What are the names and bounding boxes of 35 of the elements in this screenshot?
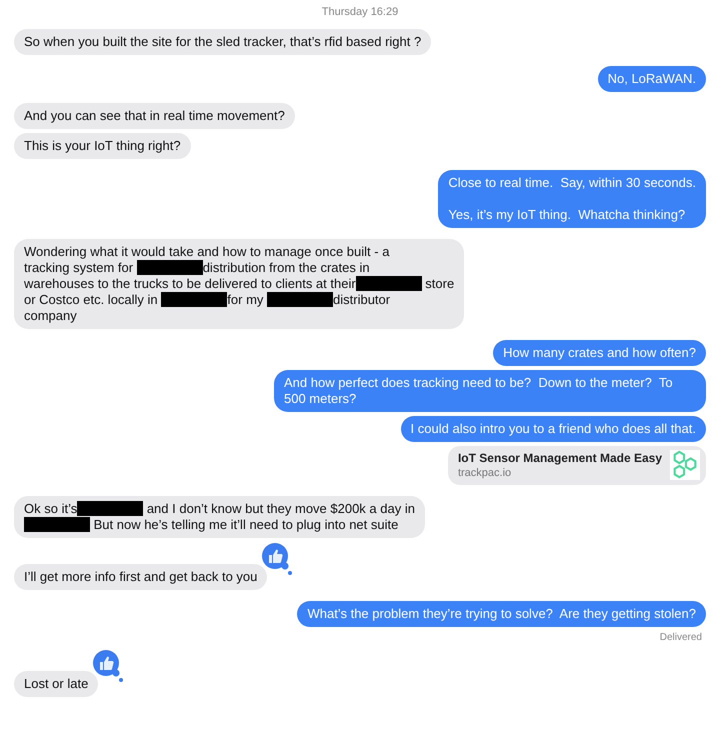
message-bubble: Lost or late: [14, 670, 98, 696]
message-text: Wondering what it would take and how to manage once built - a: [24, 244, 390, 260]
hexagon-logo-icon: [670, 450, 700, 480]
link-preview[interactable]: IoT Sensor Management Made Easy trackpac.io: [448, 446, 706, 484]
message-bubble: So when you built the site for the sled tracker, that’s rfid based right ?: [14, 28, 432, 54]
message-text: distributor: [333, 292, 390, 308]
redaction-bar: [267, 292, 334, 307]
message-text: But now he’s telling me it’ll need to plug into net suite: [92, 516, 398, 532]
message-bubble: How many crates and how often?: [493, 340, 706, 366]
message-bubble: And you can see that in real time movement?: [14, 102, 295, 128]
link-domain: trackpac.io: [458, 466, 512, 480]
message-bubble: Close to real time. Say, within 30 seconds. Yes, it’s my IoT thing. Whatcha thinking?: [438, 170, 706, 228]
message-text: tracking system for: [24, 260, 134, 276]
message-bubble: And how perfect does tracking need to be? Down to the meter? To 500 meters?: [274, 370, 706, 412]
message-bubble: I could also intro you to a friend who does all that.: [400, 416, 706, 442]
message-bubble: This is your IoT thing right?: [14, 132, 191, 158]
redaction-bar: [356, 276, 422, 291]
message-text: distribution from the crates in: [202, 260, 370, 276]
message-text: and I don’t know but they move $200k a day in: [146, 500, 415, 516]
message-bubble: What’s the problem they’re trying to solve? Are they getting stolen?: [297, 600, 706, 626]
redaction-bar: [24, 517, 90, 532]
delivery-status: Delivered: [660, 630, 702, 644]
message-text: for my: [227, 292, 264, 308]
message-text: store: [424, 276, 454, 292]
message-bubble: I’ll get more info first and get back to you: [14, 564, 268, 590]
timestamp: Thursday 16:29: [322, 5, 398, 20]
message-text: or Costco etc. locally in: [24, 292, 159, 308]
redaction-bar: [77, 501, 144, 516]
link-title: IoT Sensor Management Made Easy: [458, 450, 662, 466]
redaction-bar: [136, 260, 203, 275]
message-text: warehouses to the trucks to be delivered to clients at their: [24, 276, 356, 292]
message-text: company: [24, 308, 77, 324]
message-text: Ok so it’s: [24, 500, 78, 516]
redaction-bar: [161, 292, 228, 307]
message-bubble: No, LoRaWAN.: [598, 66, 706, 92]
